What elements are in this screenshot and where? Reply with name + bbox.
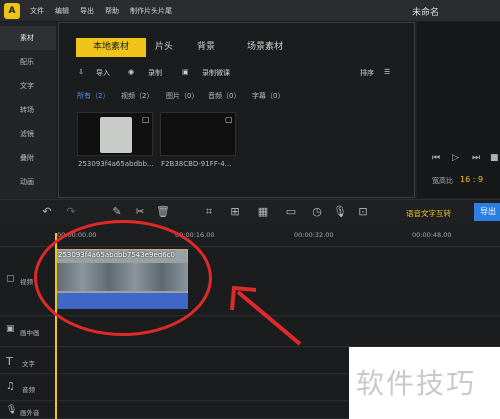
sort-button[interactable]: 排序 [360, 68, 374, 78]
mosaic-icon[interactable]: ▦ [256, 205, 270, 219]
menu-edit[interactable]: 编辑 [55, 6, 69, 16]
next-frame-icon[interactable]: ⏭ [472, 153, 480, 163]
import-icon[interactable]: ⇩ [78, 68, 84, 76]
mic-icon[interactable]: 🎙 [333, 205, 347, 219]
zoom-icon[interactable]: ⊞ [228, 205, 242, 219]
scissors-icon[interactable]: ✂ [133, 205, 147, 219]
nav-item-overlay[interactable]: 叠附 [0, 146, 56, 170]
nav-item-material[interactable]: 素材 [0, 26, 56, 50]
track-label-audio: 音频 [22, 386, 35, 394]
prev-frame-icon[interactable]: ⏮ [432, 153, 440, 163]
speech-to-text-button[interactable]: 语音文字互转 [406, 208, 451, 219]
record-icon[interactable]: ◉ [128, 68, 134, 76]
preview-panel [417, 22, 500, 198]
filter-image[interactable]: 图片（0） [166, 91, 198, 101]
track-label-text: 文字 [22, 360, 35, 368]
filter-audio[interactable]: 音频（0） [208, 91, 240, 101]
tick-label: 00:00:48.00 [412, 231, 452, 239]
video-type-icon: ▢ [142, 115, 150, 124]
delete-icon[interactable]: 🗑 [156, 205, 170, 219]
menu-help[interactable]: 帮助 [105, 6, 119, 16]
text-track-icon: T [6, 355, 13, 368]
export-button[interactable]: 导出 [474, 203, 500, 221]
thumbnail-image [100, 117, 132, 153]
play-icon[interactable]: ▷ [452, 153, 459, 163]
stop-icon[interactable]: ■ [490, 153, 499, 163]
voiceover-icon: 🎙 [6, 405, 18, 415]
menu-file[interactable]: 文件 [30, 6, 44, 16]
screen-record-icon[interactable]: ⊡ [356, 205, 370, 219]
menu-intro-outro[interactable]: 制作片头片尾 [130, 6, 172, 16]
pip-track-icon: ▣ [6, 324, 15, 334]
import-button[interactable]: 导入 [96, 68, 110, 78]
annotation-arrow [230, 285, 302, 346]
nav-item-transition[interactable]: 转场 [0, 98, 56, 122]
menu-export[interactable]: 导出 [80, 6, 94, 16]
tick-label: 00:00:32.00 [294, 231, 334, 239]
tab-local-material[interactable]: 本地素材 [76, 38, 146, 57]
track-label-voiceover: 画外音 [20, 409, 40, 417]
annotation-ellipse [34, 220, 212, 336]
nav-item-filter[interactable]: 滤镜 [0, 122, 56, 146]
track-label-pip: 画中画 [20, 329, 40, 337]
record-button[interactable]: 录制 [148, 68, 162, 78]
freeze-icon[interactable]: ▭ [284, 205, 298, 219]
thumbnail-name: F2B38CBD-91FF-4... [161, 160, 232, 168]
speed-icon[interactable]: ◷ [310, 205, 324, 219]
nav-item-music[interactable]: 配乐 [0, 50, 56, 74]
media-thumbnail[interactable]: ▢ [160, 112, 236, 156]
filter-all[interactable]: 所有（2） [77, 91, 109, 101]
video-track-icon: ▢ [6, 274, 15, 284]
record-lecture-button[interactable]: 录制微课 [202, 68, 230, 78]
tab-background[interactable]: 背景 [192, 38, 220, 57]
window-title: 未命名 [412, 8, 440, 18]
lecture-icon[interactable]: ▣ [182, 68, 189, 76]
app-logo: A [4, 3, 20, 19]
nav-item-animation[interactable]: 动画 [0, 170, 56, 194]
video-type-icon: ▢ [225, 115, 233, 124]
thumbnail-name: 253093f4a65abdbb... [78, 160, 154, 168]
watermark-text: 软件技巧 [356, 367, 477, 400]
aspect-label: 宽高比 [432, 177, 453, 185]
nav-item-text[interactable]: 文字 [0, 74, 56, 98]
redo-icon[interactable]: ↷ [64, 205, 78, 219]
pen-icon[interactable]: ✎ [110, 205, 124, 219]
undo-icon[interactable]: ↶ [40, 205, 54, 219]
filter-video[interactable]: 视频（2） [121, 91, 153, 101]
filter-subtitle[interactable]: 字幕（0） [252, 91, 284, 101]
crop-icon[interactable]: ⌗ [202, 205, 216, 219]
music-icon: ♫ [6, 381, 15, 392]
list-view-icon[interactable]: ☰ [384, 68, 390, 76]
tab-intro[interactable]: 片头 [150, 38, 178, 57]
track-label-video: 视频 [20, 278, 33, 286]
aspect-ratio-select[interactable]: 16 : 9 [460, 175, 483, 184]
tab-scene-material[interactable]: 场景素材 [236, 38, 294, 57]
media-thumbnail[interactable]: ▢ [77, 112, 153, 156]
